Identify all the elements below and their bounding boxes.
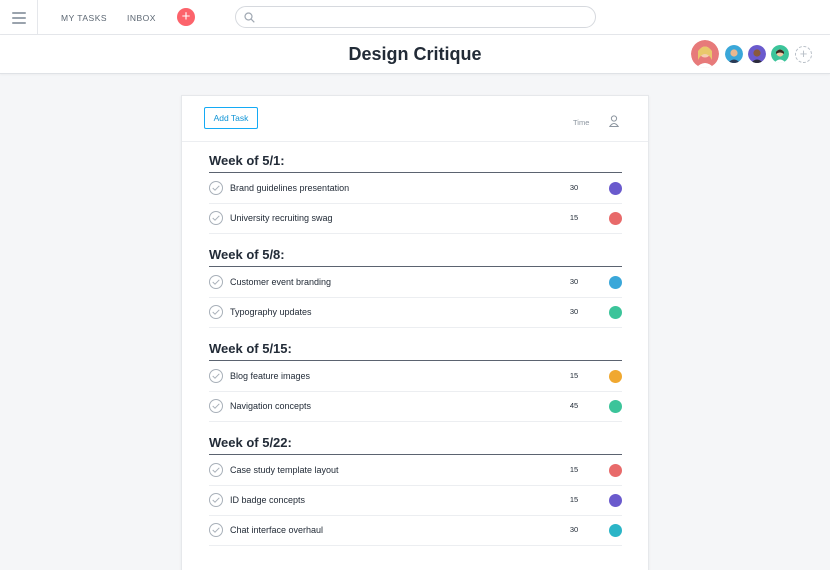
task-row[interactable]: University recruiting swag 15 bbox=[209, 204, 622, 234]
task-name[interactable]: Chat interface overhaul bbox=[230, 525, 323, 535]
assignee-icon bbox=[609, 115, 619, 127]
checkmark-icon bbox=[212, 279, 220, 285]
assignee-avatar[interactable] bbox=[609, 400, 622, 413]
task-row[interactable]: ID badge concepts 15 bbox=[209, 486, 622, 516]
checkmark-icon bbox=[212, 403, 220, 409]
checkmark-icon bbox=[212, 309, 220, 315]
assignee-avatar[interactable] bbox=[609, 306, 622, 319]
task-row[interactable]: Chat interface overhaul 30 bbox=[209, 516, 622, 546]
checkmark-icon bbox=[212, 185, 220, 191]
task-time[interactable]: 15 bbox=[559, 371, 589, 380]
task-time[interactable]: 15 bbox=[559, 213, 589, 222]
task-name[interactable]: Navigation concepts bbox=[230, 401, 311, 411]
task-row[interactable]: Navigation concepts 45 bbox=[209, 392, 622, 422]
assignee-avatar[interactable] bbox=[609, 212, 622, 225]
member-avatar[interactable] bbox=[771, 45, 789, 63]
list-header: Add Task Time bbox=[182, 96, 648, 142]
task-checkbox[interactable] bbox=[209, 369, 223, 383]
task-time[interactable]: 30 bbox=[559, 183, 589, 192]
task-list-card: Add Task Time Week of 5/1: Brand guideli… bbox=[181, 95, 649, 570]
add-member-button[interactable]: + bbox=[795, 46, 812, 63]
section-header: Week of 5/1: bbox=[209, 153, 622, 173]
checkmark-icon bbox=[212, 215, 220, 221]
task-checkbox[interactable] bbox=[209, 399, 223, 413]
task-time[interactable]: 15 bbox=[559, 465, 589, 474]
section-header: Week of 5/15: bbox=[209, 341, 622, 361]
checkmark-icon bbox=[212, 467, 220, 473]
task-time[interactable]: 45 bbox=[559, 401, 589, 410]
project-header: Design Critique + bbox=[0, 35, 830, 74]
task-name[interactable]: Case study template layout bbox=[230, 465, 339, 475]
checkmark-icon bbox=[212, 373, 220, 379]
task-name[interactable]: ID badge concepts bbox=[230, 495, 305, 505]
task-checkbox[interactable] bbox=[209, 493, 223, 507]
task-checkbox[interactable] bbox=[209, 181, 223, 195]
task-checkbox[interactable] bbox=[209, 275, 223, 289]
task-time[interactable]: 30 bbox=[559, 277, 589, 286]
section-header: Week of 5/8: bbox=[209, 247, 622, 267]
menu-icon[interactable] bbox=[0, 0, 38, 35]
search-input[interactable] bbox=[235, 6, 596, 28]
task-row[interactable]: Case study template layout 15 bbox=[209, 456, 622, 486]
assignee-avatar[interactable] bbox=[609, 276, 622, 289]
task-name[interactable]: University recruiting swag bbox=[230, 213, 333, 223]
task-row[interactable]: Typography updates 30 bbox=[209, 298, 622, 328]
top-bar: MY TASKS INBOX + bbox=[0, 0, 830, 35]
member-avatar[interactable] bbox=[725, 45, 743, 63]
add-task-button[interactable]: Add Task bbox=[204, 107, 258, 129]
nav-inbox[interactable]: INBOX bbox=[127, 13, 156, 23]
task-time[interactable]: 30 bbox=[559, 525, 589, 534]
checkmark-icon bbox=[212, 497, 220, 503]
task-row[interactable]: Brand guidelines presentation 30 bbox=[209, 174, 622, 204]
nav-my-tasks[interactable]: MY TASKS bbox=[61, 13, 107, 23]
assignee-avatar[interactable] bbox=[609, 464, 622, 477]
member-avatar[interactable] bbox=[691, 40, 719, 68]
assignee-avatar[interactable] bbox=[609, 370, 622, 383]
task-time[interactable]: 15 bbox=[559, 495, 589, 504]
task-name[interactable]: Typography updates bbox=[230, 307, 312, 317]
search-icon bbox=[244, 12, 255, 23]
task-name[interactable]: Blog feature images bbox=[230, 371, 310, 381]
task-row[interactable]: Blog feature images 15 bbox=[209, 362, 622, 392]
assignee-avatar[interactable] bbox=[609, 494, 622, 507]
task-checkbox[interactable] bbox=[209, 211, 223, 225]
task-name[interactable]: Brand guidelines presentation bbox=[230, 183, 349, 193]
checkmark-icon bbox=[212, 527, 220, 533]
assignee-avatar[interactable] bbox=[609, 524, 622, 537]
task-checkbox[interactable] bbox=[209, 523, 223, 537]
member-avatar[interactable] bbox=[748, 45, 766, 63]
task-row[interactable]: Customer event branding 30 bbox=[209, 268, 622, 298]
task-checkbox[interactable] bbox=[209, 305, 223, 319]
task-time[interactable]: 30 bbox=[559, 307, 589, 316]
time-column-header: Time bbox=[573, 118, 590, 127]
section-header: Week of 5/22: bbox=[209, 435, 622, 455]
assignee-avatar[interactable] bbox=[609, 182, 622, 195]
task-name[interactable]: Customer event branding bbox=[230, 277, 331, 287]
quick-add-button[interactable]: + bbox=[177, 8, 195, 26]
task-checkbox[interactable] bbox=[209, 463, 223, 477]
